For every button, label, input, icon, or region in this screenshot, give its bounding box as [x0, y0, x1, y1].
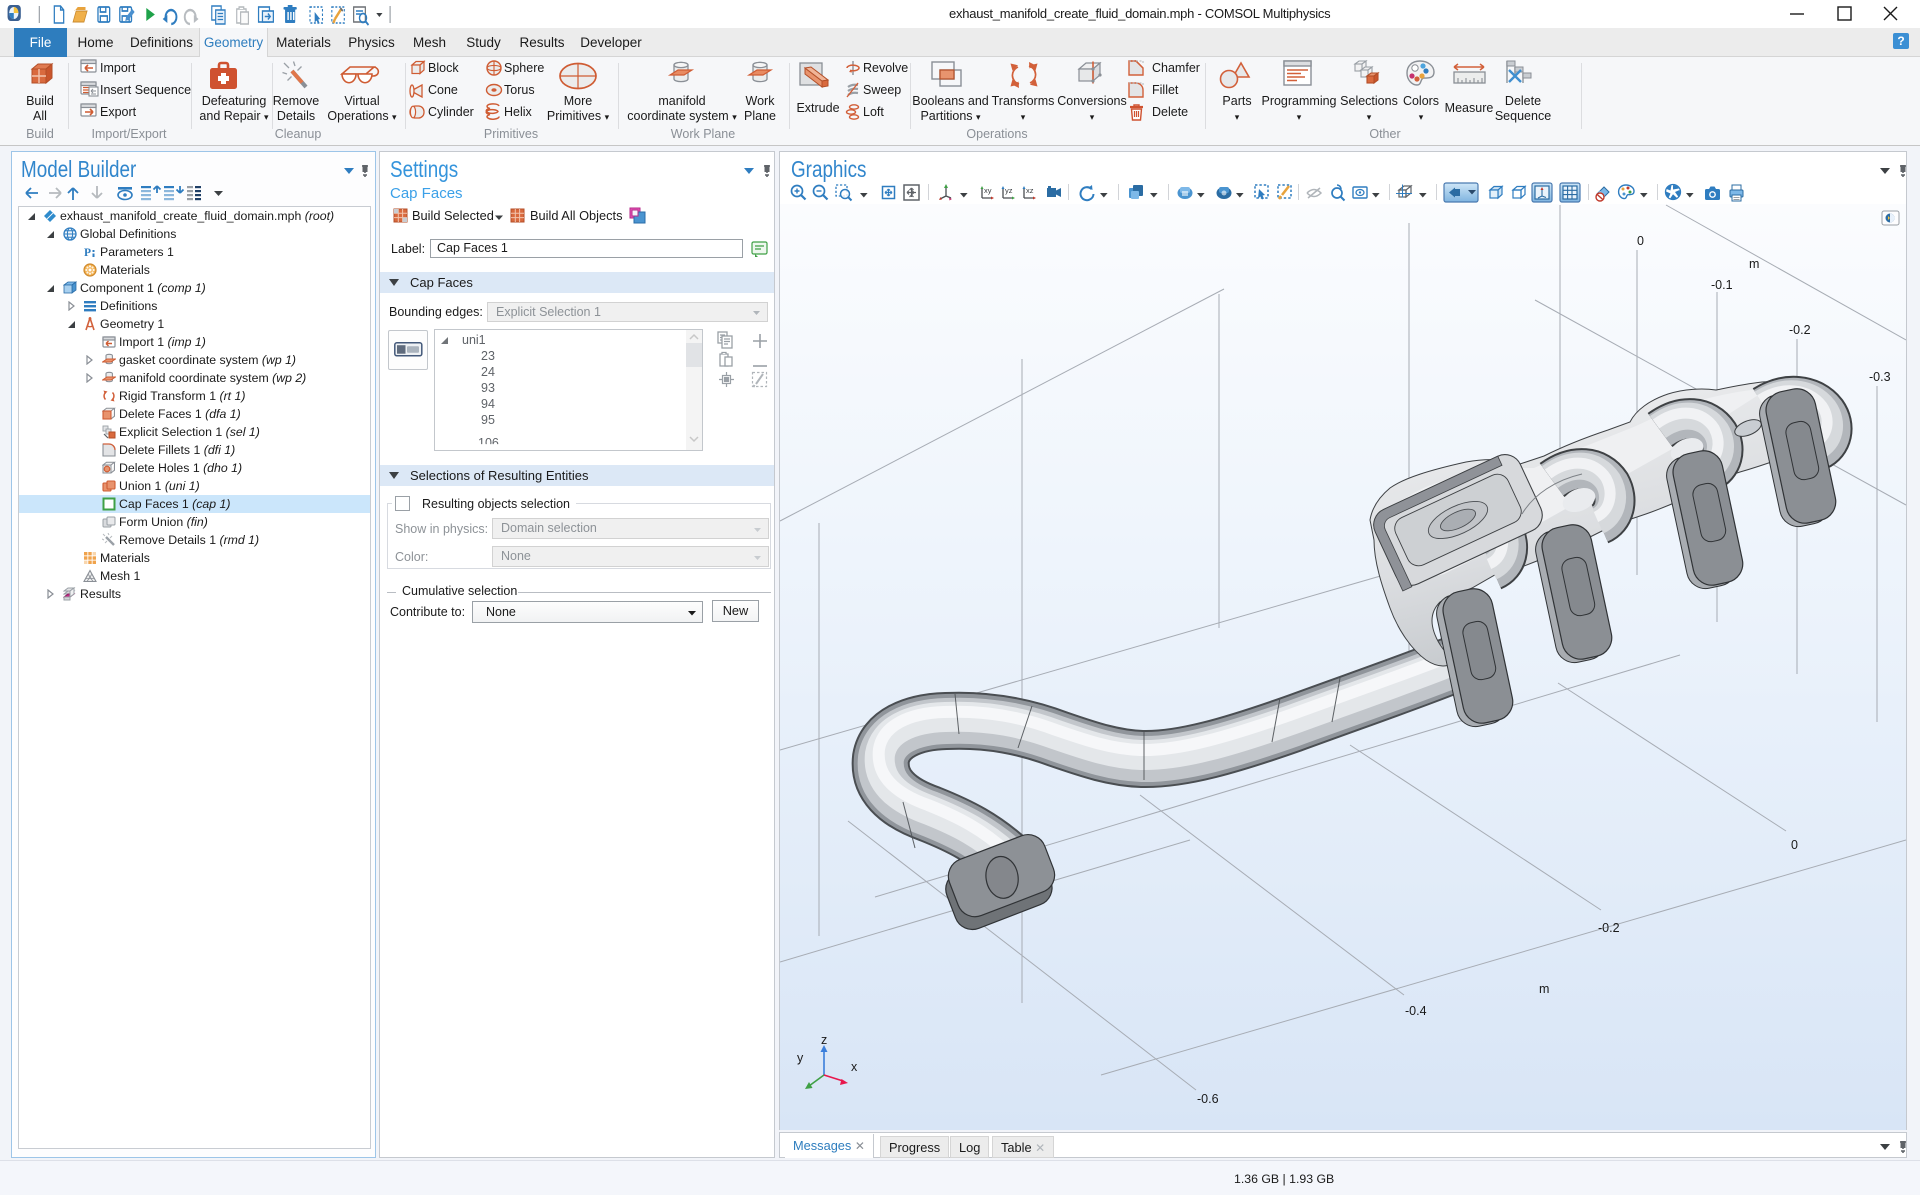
svg-text:0: 0	[1791, 838, 1798, 852]
svg-text:m: m	[1539, 982, 1549, 996]
svg-text:m: m	[1749, 257, 1759, 271]
svg-text:y: y	[797, 1051, 804, 1065]
svg-text:yz: yz	[1005, 186, 1013, 195]
svg-text:-0.2: -0.2	[1598, 921, 1620, 935]
svg-text:xz: xz	[1026, 186, 1034, 195]
svg-text:-0.1: -0.1	[1711, 278, 1733, 292]
svg-text:xy: xy	[984, 186, 992, 195]
svg-text:-0.4: -0.4	[1405, 1004, 1427, 1018]
svg-text:0: 0	[1637, 234, 1644, 248]
svg-text:-0.3: -0.3	[1869, 370, 1891, 384]
svg-text:P: P	[84, 247, 91, 259]
svg-text:-0.2: -0.2	[1789, 323, 1811, 337]
svg-text:z: z	[821, 1033, 827, 1047]
svg-text:x: x	[851, 1060, 858, 1074]
svg-text:-0.6: -0.6	[1197, 1092, 1219, 1106]
